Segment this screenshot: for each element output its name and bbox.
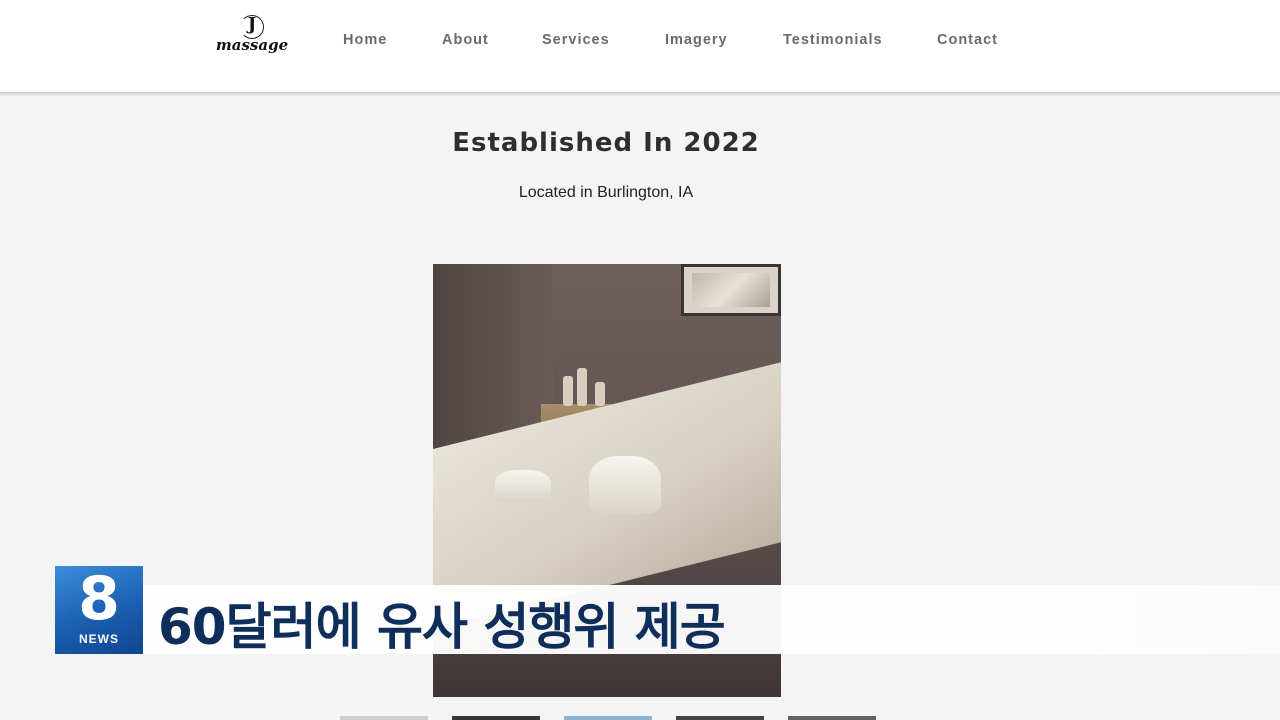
photo-towel-swan: [589, 456, 661, 514]
nav-about[interactable]: About: [442, 32, 489, 48]
page-title: Established In 2022: [452, 128, 760, 158]
nav-contact[interactable]: Contact: [937, 32, 998, 48]
thumbnail[interactable]: [676, 716, 764, 720]
nav-imagery[interactable]: Imagery: [665, 32, 728, 48]
site-logo[interactable]: J massage: [214, 14, 290, 60]
thumbnail[interactable]: [788, 716, 876, 720]
logo-letter: J: [247, 14, 257, 35]
nav-services[interactable]: Services: [542, 32, 610, 48]
thumbnail[interactable]: [340, 716, 428, 720]
news-channel-logo: 8 NEWS: [55, 564, 143, 654]
logo-wordmark: massage: [215, 36, 289, 54]
photo-towel-left: [495, 470, 551, 502]
thumbnail[interactable]: [564, 716, 652, 720]
site-header: [0, 0, 1280, 92]
header-divider: [0, 92, 1280, 96]
news-headline: 60달러에 유사 성행위 제공: [158, 598, 726, 656]
nav-testimonials[interactable]: Testimonials: [783, 32, 883, 48]
nav-home[interactable]: Home: [343, 32, 387, 48]
photo-wall-frame: [681, 264, 781, 316]
channel-label: NEWS: [79, 632, 119, 646]
location-text: Located in Burlington, IA: [518, 184, 694, 201]
channel-number: 8: [78, 564, 120, 634]
thumbnail[interactable]: [452, 716, 540, 720]
